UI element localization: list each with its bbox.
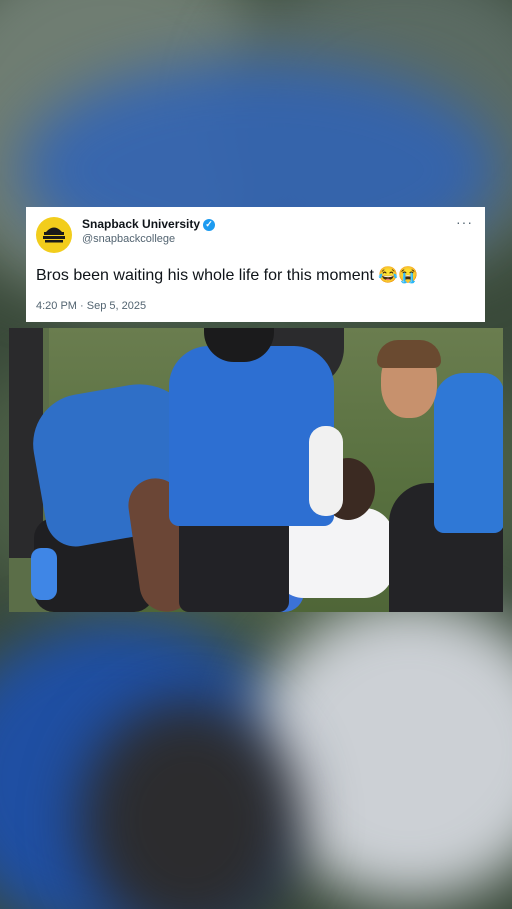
tweet-card[interactable]: Snapback University ✓ @snapbackcollege ·… xyxy=(26,207,485,322)
tweet-timestamp[interactable]: 4:20 PM · Sep 5, 2025 xyxy=(36,300,473,312)
display-name-row[interactable]: Snapback University ✓ xyxy=(82,217,216,232)
user-handle[interactable]: @snapbackcollege xyxy=(82,232,215,247)
verified-badge-icon: ✓ xyxy=(203,218,216,231)
video-frame[interactable] xyxy=(9,328,503,612)
snapback-logo-icon xyxy=(43,227,65,243)
avatar[interactable] xyxy=(36,217,72,253)
display-name[interactable]: Snapback University xyxy=(82,217,200,232)
medic-right xyxy=(434,373,503,533)
more-options-icon[interactable]: ··· xyxy=(456,215,473,229)
tweet-text: Bros been waiting his whole life for thi… xyxy=(36,267,419,284)
